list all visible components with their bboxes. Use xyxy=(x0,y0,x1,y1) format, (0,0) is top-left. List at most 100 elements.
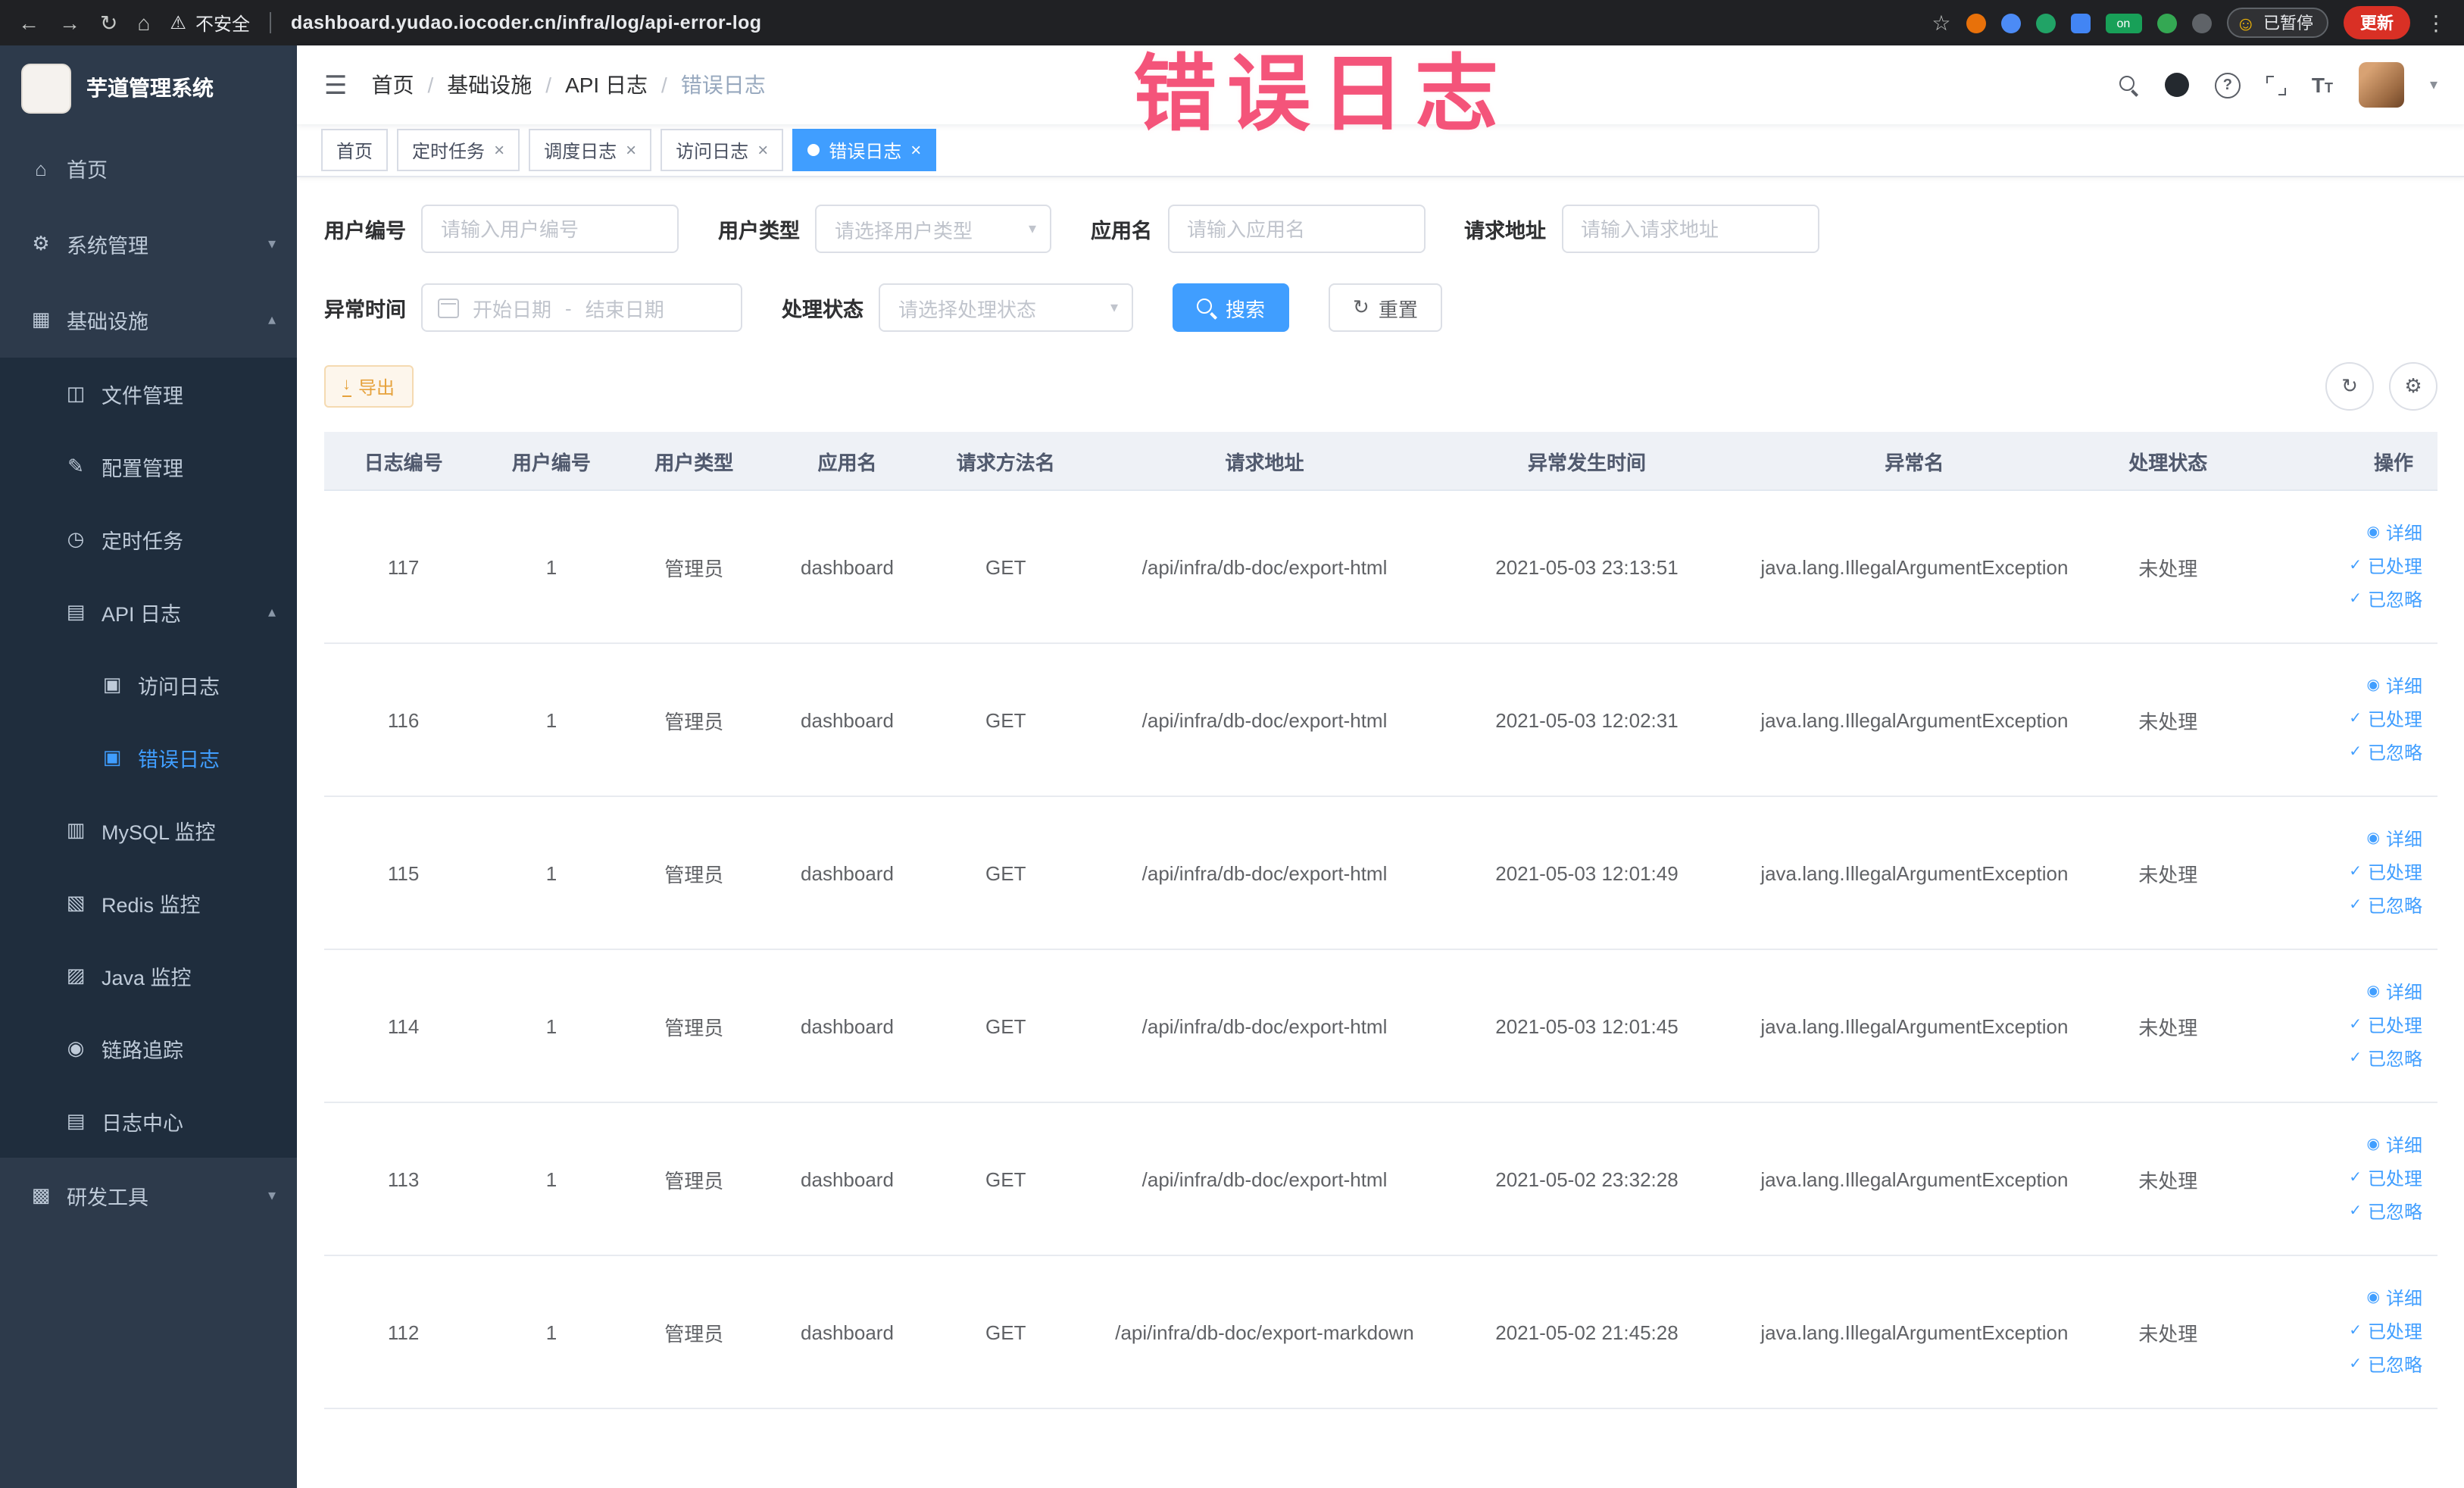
col-status: 处理状态 xyxy=(2099,432,2237,491)
tab-scheduled-jobs[interactable]: 定时任务 × xyxy=(397,129,520,171)
processed-link[interactable]: ✓ 已处理 xyxy=(2243,1009,2422,1043)
tab-access-log[interactable]: 访问日志 × xyxy=(661,129,784,171)
sidebar-item-dev-tools[interactable]: ▩ 研发工具 ▾ xyxy=(0,1158,297,1233)
reset-button[interactable]: ↻ 重置 xyxy=(1329,283,1442,332)
sidebar-item-system[interactable]: ⚙ 系统管理 ▾ xyxy=(0,206,297,282)
tab-home[interactable]: 首页 xyxy=(321,129,389,171)
request-url-input[interactable] xyxy=(1561,205,1819,253)
date-range-picker[interactable]: 开始日期 - 结束日期 xyxy=(421,283,742,332)
back-icon[interactable]: ← xyxy=(18,12,39,33)
col-exception-time: 异常发生时间 xyxy=(1444,432,1730,491)
ignored-link[interactable]: ✓ 已忽略 xyxy=(2243,583,2422,617)
breadcrumb-infrastructure[interactable]: 基础设施 xyxy=(447,70,532,100)
user-type-select[interactable]: 请选择用户类型 ▾ xyxy=(815,205,1051,253)
tab-schedule-log[interactable]: 调度日志 × xyxy=(529,129,652,171)
close-icon[interactable]: × xyxy=(494,141,504,159)
url-text[interactable]: dashboard.yudao.iocoder.cn/infra/log/api… xyxy=(291,12,761,33)
extension-icon-2[interactable] xyxy=(2000,13,2021,33)
col-app-name: 应用名 xyxy=(767,432,927,491)
search-icon[interactable] xyxy=(2119,75,2139,95)
font-size-icon[interactable]: T T xyxy=(2312,74,2333,95)
security-label: 不安全 xyxy=(195,13,250,34)
extension-icon-1[interactable] xyxy=(1966,13,1986,33)
sidebar-item-scheduled-jobs[interactable]: ◷ 定时任务 xyxy=(0,503,297,576)
processed-link[interactable]: ✓ 已处理 xyxy=(2243,1315,2422,1349)
processed-link[interactable]: ✓ 已处理 xyxy=(2243,1162,2422,1196)
processed-link[interactable]: ✓ 已处理 xyxy=(2243,856,2422,889)
user-id-input[interactable] xyxy=(421,205,679,253)
sidebar-item-java-monitor[interactable]: ▨ Java 监控 xyxy=(0,939,297,1012)
detail-link[interactable]: ◉ 详细 xyxy=(2243,976,2423,1009)
sidebar-item-label: 错误日志 xyxy=(138,749,220,771)
site-security[interactable]: ⚠ 不安全 xyxy=(170,10,250,36)
sidebar-item-home[interactable]: ⌂ 首页 xyxy=(0,130,297,206)
detail-link[interactable]: ◉ 详细 xyxy=(2243,670,2423,703)
detail-link[interactable]: ◉ 详细 xyxy=(2243,823,2423,856)
forward-icon[interactable]: → xyxy=(59,12,80,33)
fullscreen-icon[interactable] xyxy=(2266,75,2286,95)
sidebar-item-log-center[interactable]: ▤ 日志中心 xyxy=(0,1085,297,1158)
sidebar-item-file-management[interactable]: ◫ 文件管理 xyxy=(0,358,297,430)
date-range-separator: - xyxy=(565,296,572,319)
close-icon[interactable]: × xyxy=(757,141,768,159)
breadcrumb-home[interactable]: 首页 xyxy=(372,70,414,100)
column-settings-button[interactable]: ⚙ xyxy=(2389,362,2437,411)
detail-link[interactable]: ◉ 详细 xyxy=(2243,1282,2423,1315)
processed-link[interactable]: ✓ 已处理 xyxy=(2243,550,2422,583)
ignored-link[interactable]: ✓ 已忽略 xyxy=(2243,889,2422,923)
process-status-select[interactable]: 请选择处理状态 ▾ xyxy=(879,283,1133,332)
help-icon[interactable]: ? xyxy=(2214,72,2241,98)
ignored-link[interactable]: ✓ 已忽略 xyxy=(2243,736,2422,770)
breadcrumb-api-log[interactable]: API 日志 xyxy=(565,70,648,100)
user-avatar[interactable] xyxy=(2358,62,2404,108)
chevron-down-icon[interactable]: ▾ xyxy=(2430,77,2437,93)
filter-user-id: 用户编号 xyxy=(324,205,679,253)
logo-row: 芋道管理系统 xyxy=(0,45,297,130)
sidebar-item-infrastructure[interactable]: ▦ 基础设施 ▴ xyxy=(0,282,297,358)
filter-user-type: 用户类型 请选择用户类型 ▾ xyxy=(718,205,1051,253)
logo-avatar xyxy=(21,63,71,113)
reload-icon[interactable]: ↻ xyxy=(100,12,117,33)
sidebar-item-access-log[interactable]: ▣ 访问日志 xyxy=(0,649,297,721)
close-icon[interactable]: × xyxy=(910,141,921,159)
check-icon: ✓ xyxy=(2349,744,2362,761)
sidebar-item-error-log[interactable]: ▣ 错误日志 xyxy=(0,721,297,794)
app-name-input[interactable] xyxy=(1167,205,1425,253)
close-icon[interactable]: × xyxy=(626,141,636,159)
detail-link[interactable]: ◉ 详细 xyxy=(2243,517,2423,550)
bookmark-star-icon[interactable]: ☆ xyxy=(1932,12,1950,33)
paused-label: 已暂停 xyxy=(2263,15,2313,33)
check-icon: ✓ xyxy=(2349,591,2362,608)
search-button[interactable]: 搜索 xyxy=(1173,283,1290,332)
sidebar-item-api-log[interactable]: ▤ API 日志 ▴ xyxy=(0,576,297,649)
profile-paused-badge[interactable]: ☺ 已暂停 xyxy=(2226,8,2328,38)
sidebar-item-trace[interactable]: ◉ 链路追踪 xyxy=(0,1012,297,1085)
sidebar-item-mysql-monitor[interactable]: ▥ MySQL 监控 xyxy=(0,794,297,867)
extension-icon-4[interactable] xyxy=(2070,13,2091,33)
hamburger-icon[interactable]: ☰ xyxy=(324,72,348,98)
sidebar-item-label: 定时任务 xyxy=(101,530,183,553)
extension-icon-3[interactable] xyxy=(2035,13,2056,33)
eye-icon: ◉ xyxy=(2366,1136,2380,1153)
github-icon[interactable] xyxy=(2164,73,2189,97)
browser-menu-icon[interactable]: ⋮ xyxy=(2425,12,2447,33)
request-url-label: 请求地址 xyxy=(1464,220,1546,242)
refresh-button[interactable]: ↻ xyxy=(2325,362,2374,411)
browser-update-button[interactable]: 更新 xyxy=(2344,6,2410,39)
tab-error-log[interactable]: 错误日志 × xyxy=(792,129,937,171)
sidebar-item-redis-monitor[interactable]: ▧ Redis 监控 xyxy=(0,867,297,939)
detail-link[interactable]: ◉ 详细 xyxy=(2243,1129,2423,1162)
ignored-link[interactable]: ✓ 已忽略 xyxy=(2243,1349,2422,1382)
ignored-link[interactable]: ✓ 已忽略 xyxy=(2243,1043,2422,1076)
sidebar-item-config-management[interactable]: ✎ 配置管理 xyxy=(0,430,297,503)
extension-icon-5[interactable] xyxy=(2156,13,2177,33)
home-icon[interactable]: ⌂ xyxy=(137,12,150,33)
processed-link[interactable]: ✓ 已处理 xyxy=(2243,703,2422,736)
file-icon: ◫ xyxy=(66,382,86,405)
export-button[interactable]: ↓ 导出 xyxy=(324,365,414,408)
extension-on-badge[interactable]: on xyxy=(2105,13,2142,33)
ignored-link[interactable]: ✓ 已忽略 xyxy=(2243,1196,2422,1229)
filter-exception-time: 异常时间 开始日期 - 结束日期 xyxy=(324,283,742,332)
extension-icon-6[interactable] xyxy=(2191,13,2212,33)
col-user-type: 用户类型 xyxy=(620,432,768,491)
